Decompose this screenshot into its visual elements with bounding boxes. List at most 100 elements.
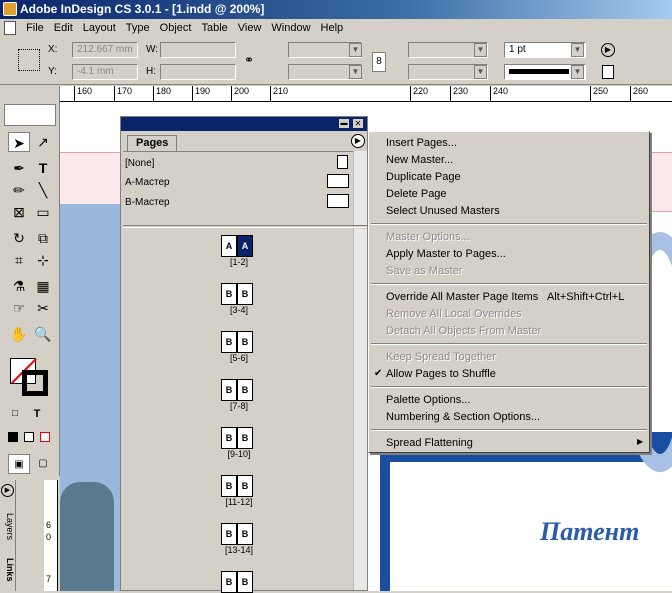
type-tool-icon[interactable]: T xyxy=(32,158,54,178)
page-thumb[interactable]: B xyxy=(237,427,253,449)
expand-palette-icon[interactable]: ▶ xyxy=(1,484,14,497)
normal-view-icon[interactable]: ▣ xyxy=(8,454,30,474)
shear-tool-icon[interactable]: ⌗ xyxy=(8,250,30,270)
page-thumb[interactable]: B xyxy=(221,571,237,593)
zoom-tool-icon[interactable]: 🔍 xyxy=(32,324,54,344)
menu-item-master-options[interactable]: Master Options... xyxy=(386,231,470,243)
menu-edit[interactable]: Edit xyxy=(49,19,78,37)
page-thumb[interactable]: B xyxy=(221,523,237,545)
menu-type[interactable]: Type xyxy=(121,19,155,37)
menu-item-detach-all[interactable]: Detach All Objects From Master xyxy=(386,325,541,337)
pages-scrollbar[interactable] xyxy=(353,229,367,590)
master-a-thumb[interactable] xyxy=(327,174,349,188)
rotate-tool-icon[interactable]: ↻ xyxy=(8,228,30,248)
spread-item[interactable]: BB [3-4] xyxy=(221,283,257,315)
spread-item[interactable]: BB [13-14] xyxy=(221,523,257,555)
rectangle-frame-tool-icon[interactable]: ⊠ xyxy=(8,202,30,222)
menu-layout[interactable]: Layout xyxy=(78,19,121,37)
y-field[interactable]: -4.1 mm xyxy=(72,64,138,80)
menu-item-override-all[interactable]: Override All Master Page Items xyxy=(386,291,538,303)
link-scale-icon[interactable]: 8 xyxy=(372,52,386,72)
tab-pages[interactable]: Pages xyxy=(127,135,178,151)
scale-x-dropdown[interactable]: ▼ xyxy=(349,43,362,57)
spread-item[interactable]: BB xyxy=(221,571,257,593)
menu-window[interactable]: Window xyxy=(266,19,315,37)
spread-item[interactable]: BB [9-10] xyxy=(221,427,257,459)
master-b-thumb[interactable] xyxy=(327,194,349,208)
master-none[interactable]: [None] xyxy=(125,158,154,169)
page-thumb[interactable]: B xyxy=(237,475,253,497)
page-icon[interactable] xyxy=(602,65,614,79)
palette-titlebar[interactable]: ▬ ✕ xyxy=(121,117,367,131)
page-thumb[interactable]: B xyxy=(237,571,253,593)
spread-item[interactable]: BB [5-6] xyxy=(221,331,257,363)
menu-item-apply-master[interactable]: Apply Master to Pages... xyxy=(386,248,506,260)
formatting-container-icon[interactable]: □ xyxy=(4,404,26,424)
master-a[interactable]: А-Мастер xyxy=(125,177,170,188)
menu-help[interactable]: Help xyxy=(316,19,349,37)
master-none-thumb[interactable] xyxy=(337,155,348,169)
page-thumb[interactable]: B xyxy=(221,427,237,449)
gradient-tool-icon[interactable]: ▦ xyxy=(32,276,54,296)
stroke-weight-dropdown[interactable]: ▼ xyxy=(571,43,584,57)
palette-menu-icon[interactable]: ▶ xyxy=(601,43,615,57)
menu-item-delete-page[interactable]: Delete Page xyxy=(386,188,447,200)
menu-table[interactable]: Table xyxy=(196,19,232,37)
page-thumb[interactable]: A xyxy=(221,235,237,257)
menu-item-allow-pages-to-shuffle[interactable]: Allow Pages to Shuffle xyxy=(386,368,496,380)
palette-divider[interactable] xyxy=(123,225,367,228)
scale-y-dropdown[interactable]: ▼ xyxy=(349,65,362,79)
apply-none-icon[interactable] xyxy=(40,432,50,442)
menu-item-new-master[interactable]: New Master... xyxy=(386,154,453,166)
rotation-dropdown[interactable]: ▼ xyxy=(474,43,487,57)
x-field[interactable]: 212.667 mm xyxy=(72,42,138,58)
selection-tool-icon[interactable]: ➤ xyxy=(8,132,30,152)
page-thumb[interactable]: A xyxy=(237,235,253,257)
page-thumb[interactable]: B xyxy=(221,283,237,305)
reference-point-icon[interactable] xyxy=(18,49,40,71)
eyedropper-tool-icon[interactable]: ⚗ xyxy=(8,276,30,296)
page-thumb[interactable]: B xyxy=(221,379,237,401)
preview-view-icon[interactable]: ▢ xyxy=(32,454,54,474)
page-thumb[interactable]: B xyxy=(221,331,237,353)
scissors-tool-icon[interactable]: ✂ xyxy=(32,298,54,318)
page-thumb[interactable]: B xyxy=(237,523,253,545)
stroke-swatch-icon[interactable] xyxy=(22,370,48,396)
line-tool-icon[interactable]: ╲ xyxy=(32,180,54,200)
rectangle-tool-icon[interactable]: ▭ xyxy=(32,202,54,222)
page-thumb[interactable]: B xyxy=(237,379,253,401)
menu-view[interactable]: View xyxy=(233,19,267,37)
minimize-icon[interactable]: ▬ xyxy=(339,119,349,128)
pen-tool-icon[interactable]: ✒ xyxy=(8,158,30,178)
menu-item-duplicate-page[interactable]: Duplicate Page xyxy=(386,171,461,183)
shear-dropdown[interactable]: ▼ xyxy=(474,65,487,79)
close-icon[interactable]: ✕ xyxy=(353,119,363,128)
apply-color-icon[interactable] xyxy=(8,432,18,442)
menu-file[interactable]: File xyxy=(21,19,49,37)
button-tool-icon[interactable]: ☞ xyxy=(8,298,30,318)
menu-item-numbering-section-options[interactable]: Numbering & Section Options... xyxy=(386,411,540,423)
masters-scrollbar[interactable] xyxy=(353,151,367,225)
menu-item-save-as-master[interactable]: Save as Master xyxy=(386,265,462,277)
constrain-proportions-icon[interactable]: ⚭ xyxy=(244,53,256,67)
document-icon[interactable] xyxy=(4,21,16,36)
links-tab[interactable]: Links xyxy=(1,552,15,588)
menu-item-insert-pages[interactable]: Insert Pages... xyxy=(386,137,457,149)
pencil-tool-icon[interactable]: ✏ xyxy=(8,180,30,200)
menu-item-select-unused-masters[interactable]: Select Unused Masters xyxy=(386,205,500,217)
master-b[interactable]: В-Мастер xyxy=(125,197,170,208)
page-thumb[interactable]: B xyxy=(221,475,237,497)
hand-tool-icon[interactable]: ✋ xyxy=(8,324,30,344)
palette-menu-button[interactable]: ▶ xyxy=(351,134,365,148)
formatting-text-icon[interactable]: T xyxy=(26,404,48,424)
layers-tab[interactable]: Layers xyxy=(1,504,15,550)
stroke-type-dropdown[interactable]: ▼ xyxy=(571,65,584,79)
spread-item[interactable]: BB [7-8] xyxy=(221,379,257,411)
page-thumb[interactable]: B xyxy=(237,331,253,353)
scale-tool-icon[interactable]: ⧉ xyxy=(32,228,54,248)
menu-object[interactable]: Object xyxy=(155,19,197,37)
apply-gradient-icon[interactable] xyxy=(24,432,34,442)
h-field[interactable] xyxy=(160,64,236,80)
spread-item[interactable]: BB [11-12] xyxy=(221,475,257,507)
menu-item-spread-flattening[interactable]: Spread Flattening xyxy=(386,437,473,449)
